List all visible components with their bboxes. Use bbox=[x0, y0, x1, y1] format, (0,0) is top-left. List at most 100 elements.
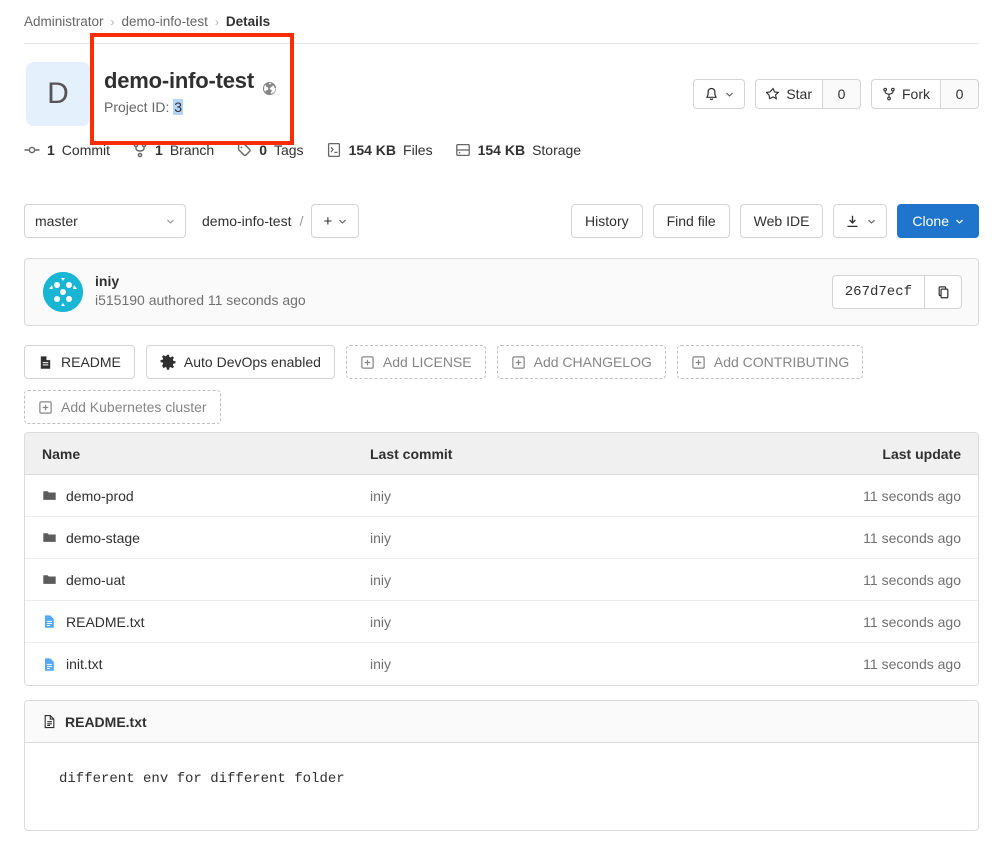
file-name-cell[interactable]: demo-stage bbox=[25, 530, 370, 546]
history-button[interactable]: History bbox=[571, 204, 643, 238]
last-update-cell: 11 seconds ago bbox=[748, 530, 978, 546]
branch-selector[interactable]: master bbox=[24, 204, 186, 238]
file-path-breadcrumb: demo-info-test / + bbox=[202, 204, 359, 238]
folder-icon bbox=[42, 488, 57, 503]
stat-commits[interactable]: 1 Commit bbox=[24, 142, 110, 158]
add-to-repo-button[interactable]: + bbox=[311, 204, 359, 238]
files-icon bbox=[326, 142, 342, 158]
stat-commits-label: Commit bbox=[62, 142, 110, 158]
stat-branches[interactable]: 1 Branch bbox=[132, 142, 214, 158]
table-row[interactable]: README.txt iniy 11 seconds ago bbox=[25, 601, 978, 643]
chevron-down-icon bbox=[338, 217, 347, 226]
file-name-cell[interactable]: demo-uat bbox=[25, 572, 370, 588]
stat-tags-label: Tags bbox=[274, 142, 304, 158]
file-name-cell[interactable]: init.txt bbox=[25, 656, 370, 672]
plus-square-icon bbox=[38, 400, 53, 415]
last-commit-cell: iniy bbox=[370, 614, 748, 630]
chevron-down-icon bbox=[166, 217, 175, 226]
breadcrumb-item-administrator[interactable]: Administrator bbox=[24, 14, 104, 29]
breadcrumb-separator-icon: › bbox=[111, 15, 115, 29]
project-id-label: Project ID: bbox=[104, 99, 169, 115]
star-button-group: Star 0 bbox=[755, 79, 861, 109]
notifications-button[interactable] bbox=[693, 79, 745, 109]
add-license-button[interactable]: Add LICENSE bbox=[346, 345, 486, 379]
file-name: demo-prod bbox=[66, 488, 134, 504]
gitlab-project-details-page: Administrator › demo-info-test › Details… bbox=[0, 0, 1003, 844]
star-icon bbox=[766, 87, 780, 101]
star-count[interactable]: 0 bbox=[823, 79, 861, 109]
add-kubernetes-cluster-button[interactable]: Add Kubernetes cluster bbox=[24, 390, 221, 424]
folder-icon bbox=[42, 572, 57, 587]
branch-selector-value: master bbox=[35, 213, 166, 229]
star-label: Star bbox=[786, 86, 812, 102]
stat-files-value: 154 KB bbox=[349, 142, 396, 158]
storage-icon bbox=[455, 142, 471, 158]
table-row[interactable]: demo-stage iniy 11 seconds ago bbox=[25, 517, 978, 559]
plus-square-icon bbox=[691, 355, 706, 370]
bell-icon bbox=[704, 87, 719, 102]
repo-toolbar: master demo-info-test / + History Find f… bbox=[24, 204, 979, 238]
file-icon bbox=[42, 614, 57, 629]
globe-icon bbox=[262, 76, 277, 91]
last-commit-cell: iniy bbox=[370, 488, 748, 504]
stat-files: 154 KB Files bbox=[326, 142, 433, 158]
breadcrumb-item-project[interactable]: demo-info-test bbox=[122, 14, 208, 29]
file-name-cell[interactable]: demo-prod bbox=[25, 488, 370, 504]
add-changelog-label: Add CHANGELOG bbox=[534, 354, 652, 370]
commit-sha[interactable]: 267d7ecf bbox=[832, 275, 924, 309]
file-name: README.txt bbox=[66, 614, 145, 630]
commit-info: iniy i515190 authored 11 seconds ago bbox=[95, 273, 306, 308]
path-root[interactable]: demo-info-test bbox=[202, 213, 291, 229]
fork-button[interactable]: Fork bbox=[871, 79, 941, 109]
file-name: demo-uat bbox=[66, 572, 125, 588]
commit-icon bbox=[24, 142, 40, 158]
find-file-button[interactable]: Find file bbox=[653, 204, 730, 238]
readme-preview-panel: README.txt different env for different f… bbox=[24, 700, 979, 831]
stat-branches-label: Branch bbox=[170, 142, 214, 158]
folder-icon bbox=[42, 530, 57, 545]
table-header-row: Name Last commit Last update bbox=[25, 433, 978, 475]
readme-badge-button[interactable]: README bbox=[24, 345, 135, 379]
project-avatar: D bbox=[26, 62, 90, 126]
fork-icon bbox=[882, 87, 896, 101]
branch-icon bbox=[132, 142, 148, 158]
readme-content: different env for different folder bbox=[25, 743, 978, 787]
column-header-name: Name bbox=[25, 446, 370, 462]
last-update-cell: 11 seconds ago bbox=[748, 572, 978, 588]
table-row[interactable]: demo-prod iniy 11 seconds ago bbox=[25, 475, 978, 517]
stat-branches-value: 1 bbox=[155, 142, 163, 158]
plus-square-icon bbox=[511, 355, 526, 370]
clone-button[interactable]: Clone bbox=[897, 204, 979, 238]
path-separator: / bbox=[299, 213, 303, 229]
table-row[interactable]: demo-uat iniy 11 seconds ago bbox=[25, 559, 978, 601]
fork-count[interactable]: 0 bbox=[941, 79, 979, 109]
chevron-down-icon bbox=[725, 90, 734, 99]
readme-title: README.txt bbox=[65, 714, 147, 730]
gear-icon bbox=[160, 354, 176, 370]
chevron-down-icon bbox=[955, 217, 964, 226]
fork-button-group: Fork 0 bbox=[871, 79, 979, 109]
repository-file-table: Name Last commit Last update demo-prod i… bbox=[24, 432, 979, 686]
commit-meta: i515190 authored 11 seconds ago bbox=[95, 292, 306, 308]
commit-author[interactable]: iniy bbox=[95, 273, 306, 289]
web-ide-button[interactable]: Web IDE bbox=[740, 204, 824, 238]
readme-badge-label: README bbox=[61, 354, 121, 370]
add-changelog-button[interactable]: Add CHANGELOG bbox=[497, 345, 666, 379]
project-badge-buttons: README Auto DevOps enabled Add LICENSE A… bbox=[24, 345, 979, 424]
copy-sha-button[interactable] bbox=[924, 275, 962, 309]
star-button[interactable]: Star bbox=[755, 79, 823, 109]
add-kubernetes-cluster-label: Add Kubernetes cluster bbox=[61, 399, 207, 415]
stat-tags[interactable]: 0 Tags bbox=[236, 142, 303, 158]
add-contributing-button[interactable]: Add CONTRIBUTING bbox=[677, 345, 863, 379]
table-row[interactable]: init.txt iniy 11 seconds ago bbox=[25, 643, 978, 685]
auto-devops-badge-button[interactable]: Auto DevOps enabled bbox=[146, 345, 335, 379]
page-title: demo-info-test bbox=[104, 68, 277, 94]
download-icon bbox=[845, 214, 860, 229]
file-name-cell[interactable]: README.txt bbox=[25, 614, 370, 630]
last-update-cell: 11 seconds ago bbox=[748, 614, 978, 630]
last-commit-panel: iniy i515190 authored 11 seconds ago 267… bbox=[24, 258, 979, 326]
fork-label: Fork bbox=[902, 86, 930, 102]
download-button[interactable] bbox=[833, 204, 887, 238]
clone-label: Clone bbox=[912, 213, 949, 229]
readme-panel-header: README.txt bbox=[25, 701, 978, 743]
